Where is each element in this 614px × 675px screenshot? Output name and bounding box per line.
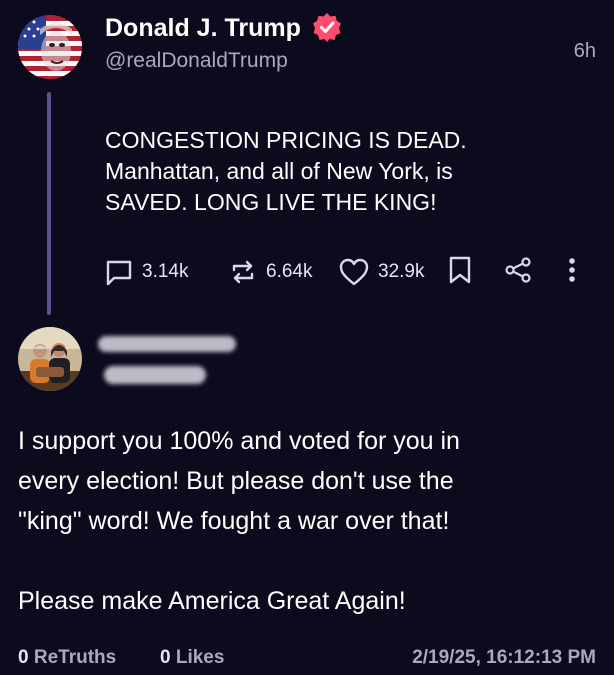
reply-author-avatar[interactable] — [18, 327, 82, 391]
reply-icon — [104, 257, 134, 287]
like-button[interactable]: 32.9k — [338, 256, 424, 288]
post-action-bar: 3.14k 6.64k 32.9k — [104, 256, 594, 288]
post-body-line: SAVED. LONG LIVE THE KING! — [105, 189, 437, 215]
redacted-reply-author-handle — [104, 366, 206, 384]
share-icon — [503, 255, 533, 290]
author-display-name[interactable]: Donald J. Trump — [105, 13, 301, 43]
bookmark-button[interactable] — [444, 256, 476, 288]
reply-body: I support you 100% and voted for you in … — [18, 421, 598, 621]
reply-likes-label: Likes — [175, 647, 225, 668]
reply-body-line: "king" word! We fought a war over that! — [18, 507, 450, 535]
thread-connector-line — [47, 92, 51, 315]
reply-body-line: I support you 100% and voted for you in — [18, 427, 460, 455]
post-body-line: Manhattan, and all of New York, is — [105, 158, 453, 184]
more-icon — [567, 255, 577, 290]
redacted-reply-author-name — [98, 336, 236, 352]
post-body-line: CONGESTION PRICING IS DEAD. — [105, 127, 467, 153]
reply-body-line: Please make America Great Again! — [18, 587, 406, 615]
heart-icon — [338, 257, 370, 287]
reply-likes-stat[interactable]: 0 Likes — [160, 645, 224, 671]
like-count: 32.9k — [378, 261, 425, 282]
verified-badge-icon — [312, 12, 342, 42]
reply-count: 3.14k — [142, 261, 189, 282]
share-button[interactable] — [502, 256, 534, 288]
reply-button[interactable]: 3.14k — [104, 256, 188, 288]
reply-retruths-stat[interactable]: 0 ReTruths — [18, 645, 116, 671]
reply-body-line: every election! But please don't use the — [18, 467, 454, 495]
reply-body-line — [18, 541, 598, 581]
reply-datetime: 2/19/25, 16:12:13 PM — [412, 647, 596, 668]
post-body: CONGESTION PRICING IS DEAD. Manhattan, a… — [105, 125, 575, 218]
author-avatar[interactable] — [18, 15, 82, 79]
post-time-ago[interactable]: 6h — [574, 39, 596, 63]
reply-likes-count: 0 — [160, 647, 171, 668]
retruth-count: 6.64k — [266, 261, 313, 282]
reply-stats-footer: 0 ReTruths 0 Likes 2/19/25, 16:12:13 PM — [18, 645, 596, 671]
author-handle[interactable]: @realDonaldTrump — [105, 48, 288, 74]
reply-retruths-label: ReTruths — [33, 647, 117, 668]
retruth-icon — [228, 257, 258, 287]
retruth-button[interactable]: 6.64k — [228, 256, 312, 288]
bookmark-icon — [447, 255, 473, 290]
reply-retruths-count: 0 — [18, 647, 29, 668]
more-options-button[interactable] — [556, 256, 588, 288]
